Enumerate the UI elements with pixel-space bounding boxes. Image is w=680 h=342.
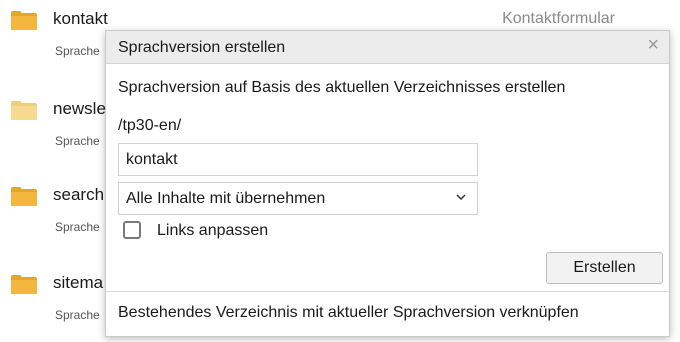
folder-description: Kontaktformular — [502, 10, 615, 27]
folder-icon — [11, 11, 37, 30]
folder-subtitle: Sprache — [55, 308, 100, 322]
create-button[interactable]: Erstellen — [546, 252, 663, 284]
dialog-divider — [106, 291, 669, 292]
create-language-version-dialog: Sprachversion erstellen × Sprachversion … — [105, 30, 670, 337]
folder-subtitle: Sprache — [55, 44, 100, 58]
folder-subtitle: Sprache — [55, 220, 100, 234]
directory-name-input[interactable] — [118, 143, 478, 176]
dialog-header: Sprachversion erstellen × — [106, 31, 669, 64]
folder-icon — [11, 101, 37, 120]
target-path: /tp30-en/ — [118, 117, 182, 134]
adjust-links-label[interactable]: Links anpassen — [157, 222, 268, 240]
folder-name[interactable]: newsle — [53, 96, 106, 122]
dialog-description: Sprachversion auf Basis des aktuellen Ve… — [118, 79, 566, 96]
close-icon[interactable]: × — [647, 34, 659, 57]
adjust-links-checkbox[interactable] — [123, 221, 141, 239]
folder-name[interactable]: sitema — [53, 270, 103, 296]
folder-icon — [11, 275, 37, 294]
select-value: Alle Inhalte mit übernehmen — [126, 190, 326, 207]
folder-name[interactable]: search — [53, 182, 104, 208]
content-options-select[interactable]: Alle Inhalte mit übernehmen — [118, 182, 478, 215]
folder-icon — [11, 187, 37, 206]
folder-subtitle: Sprache — [55, 134, 100, 148]
link-existing-directory-action[interactable]: Bestehendes Verzeichnis mit aktueller Sp… — [118, 304, 579, 322]
folder-name[interactable]: kontakt — [53, 6, 108, 32]
dialog-title: Sprachversion erstellen — [118, 39, 286, 56]
chevron-down-icon — [456, 194, 466, 201]
